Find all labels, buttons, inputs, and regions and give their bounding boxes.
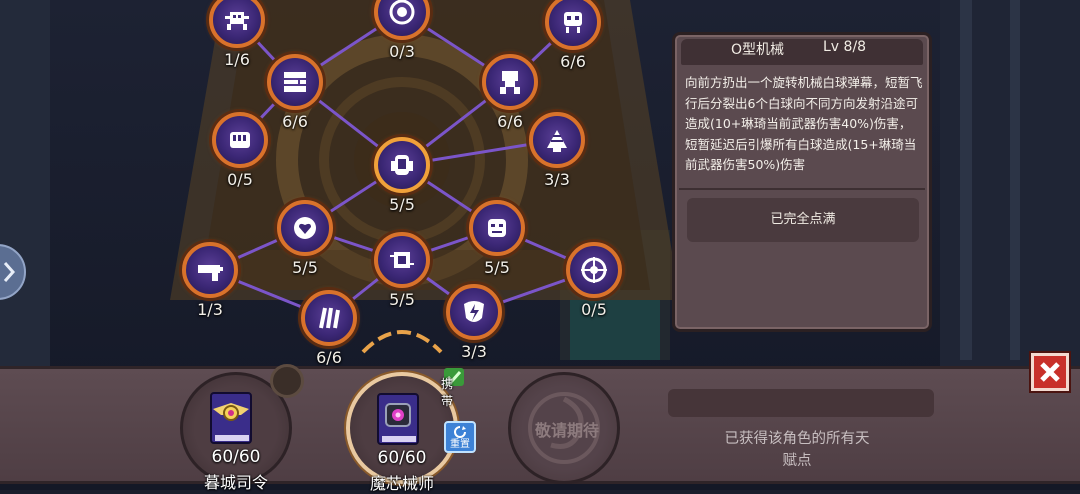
reset-button[interactable]: 重置 <box>444 421 476 453</box>
shuttlecock-icon <box>547 130 567 152</box>
talent-points: 60/60 <box>377 448 427 468</box>
skill-level-count: 1/3 <box>197 300 223 319</box>
skill-node[interactable] <box>212 112 268 168</box>
skill-title: O型机械 <box>731 42 785 58</box>
skill-level-count: 1/6 <box>224 50 250 69</box>
close-button[interactable] <box>1031 353 1069 391</box>
spellbook-gold-icon <box>210 392 252 444</box>
claw-mark-icon <box>319 307 340 329</box>
reset-label: 重置 <box>450 439 470 450</box>
spider-bot-icon <box>225 12 249 30</box>
skill-level-count: 5/5 <box>389 195 415 214</box>
skill-node[interactable] <box>566 242 622 298</box>
divider <box>679 188 925 190</box>
skill-level-count: 5/5 <box>389 290 415 309</box>
empty-socket <box>270 364 304 398</box>
eye-core-icon <box>389 0 415 25</box>
gear-heart-icon <box>294 217 316 239</box>
skull-bot-icon <box>564 12 582 33</box>
skill-description: 向前方扔出一个旋转机械白球弹幕，短暂飞行后分裂出6个白球向不同方向发射沿途可造成… <box>685 75 923 172</box>
talent-book-name: 暮城司令 <box>203 473 268 492</box>
skill-level-count: 3/3 <box>544 170 570 189</box>
spellbook-core-icon <box>377 393 419 445</box>
skill-node[interactable] <box>267 54 323 110</box>
skill-level-count: 6/6 <box>316 348 342 367</box>
turret-icon <box>500 71 520 94</box>
terminal-icon <box>284 72 306 92</box>
skill-node[interactable] <box>182 242 238 298</box>
skill-node[interactable] <box>446 284 502 340</box>
skill-level-count: 0/5 <box>581 300 607 319</box>
skill-node[interactable] <box>277 200 333 256</box>
blaster-gun-icon <box>198 265 223 281</box>
skill-node[interactable] <box>374 137 430 193</box>
skill-node[interactable] <box>482 54 538 110</box>
skill-node[interactable] <box>469 200 525 256</box>
skill-level-count: 0/3 <box>389 42 415 61</box>
carry-tag: 携带 <box>441 377 454 408</box>
selection-arc <box>361 330 443 354</box>
skill-level-count: 3/3 <box>461 342 487 361</box>
skill-level: Lv 8/8 <box>823 39 867 55</box>
panel-header <box>681 39 923 65</box>
skill-node[interactable] <box>529 112 585 168</box>
skill-detail-panel: O型机械 Lv 8/8 向前方扔出一个旋转机械白球弹幕，短暂飞行后分裂出6个白球… <box>672 32 932 332</box>
chevron-right-icon <box>3 262 16 282</box>
skill-level-count: 6/6 <box>282 112 308 131</box>
fully-upgraded-button[interactable]: 已完全点满 <box>687 198 919 242</box>
orb-machine-icon <box>391 155 413 175</box>
fist-icon <box>230 132 250 148</box>
talent-book-locked[interactable]: 敬请期待 <box>508 372 620 484</box>
robot-face-icon <box>488 219 506 237</box>
lightning-shield-icon <box>464 301 484 322</box>
skill-node[interactable] <box>374 232 430 288</box>
skill-node[interactable] <box>301 290 357 346</box>
talent-points: 60/60 <box>211 447 261 467</box>
coming-soon-label: 敬请期待 <box>534 421 599 440</box>
empty-slot-bar <box>668 389 934 417</box>
skill-level-count: 0/5 <box>227 170 253 189</box>
talent-book-name: 魔芯械师 <box>369 474 434 493</box>
skill-level-count: 6/6 <box>560 52 586 71</box>
skill-level-count: 5/5 <box>292 258 318 277</box>
skill-level-count: 5/5 <box>484 258 510 277</box>
all-points-obtained-text: 已获得该角色的所有天赋点 <box>724 431 870 469</box>
close-icon <box>1040 362 1060 382</box>
circuit-chip-icon <box>390 252 414 268</box>
target-reticle-icon <box>581 257 607 283</box>
